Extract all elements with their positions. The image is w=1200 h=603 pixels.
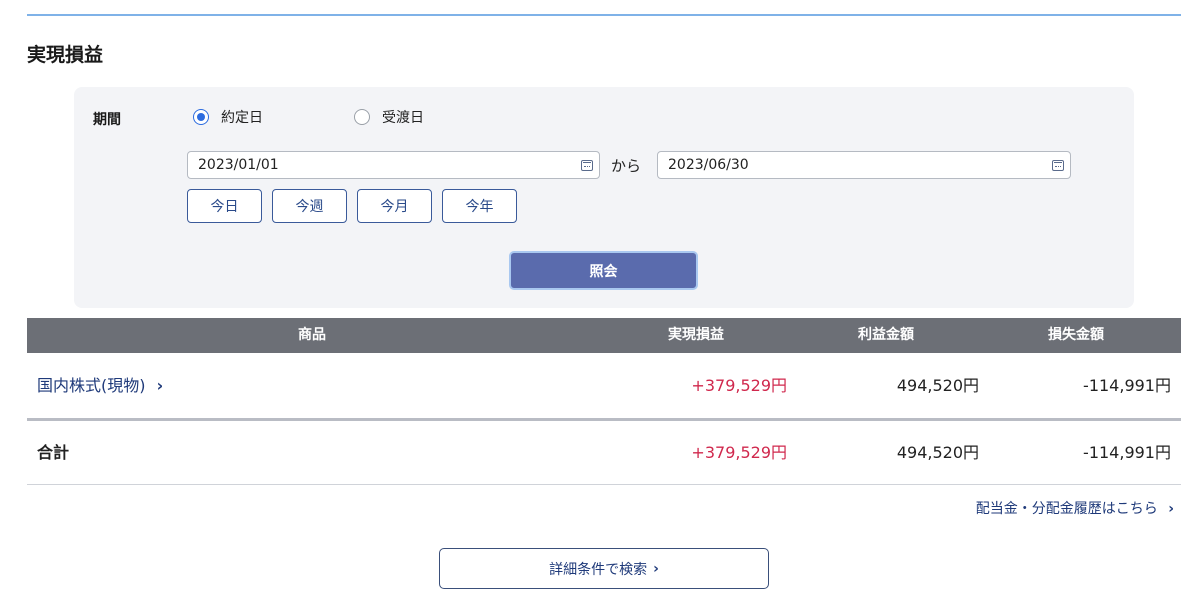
table-row: 国内株式(現物) › +379,529円 494,520円 -114,991円: [27, 354, 1181, 418]
quick-button-today[interactable]: 今日: [187, 189, 262, 223]
quick-button-this-month[interactable]: 今月: [357, 189, 432, 223]
inquiry-button[interactable]: 照会: [509, 251, 698, 290]
filter-panel: 期間 約定日 受渡日 2023/01/01 から 2023/06/30 今日 今…: [74, 87, 1134, 308]
date-to-input[interactable]: 2023/06/30: [657, 151, 1071, 179]
date-range-separator: から: [611, 157, 642, 175]
top-divider: [27, 14, 1181, 16]
quick-button-this-week[interactable]: 今週: [272, 189, 347, 223]
date-to-value: 2023/06/30: [668, 157, 749, 173]
dividend-history-link[interactable]: 配当金・分配金履歴はこちら ›: [976, 498, 1174, 518]
header-profit: 利益金額: [858, 327, 914, 343]
date-from-value: 2023/01/01: [198, 157, 279, 173]
table-bottom-divider: [27, 484, 1181, 485]
profit-value: 494,520円: [896, 376, 979, 395]
product-link-domestic-stock[interactable]: 国内株式(現物) ›: [37, 354, 163, 418]
total-realized-value: +379,529円: [691, 443, 787, 462]
detail-search-label: 詳細条件で検索: [549, 561, 648, 578]
chevron-right-icon: ›: [156, 376, 164, 395]
header-loss: 損失金額: [1048, 327, 1104, 343]
header-product: 商品: [298, 327, 326, 343]
detail-search-button[interactable]: 詳細条件で検索 ›: [439, 548, 769, 589]
quick-button-this-year[interactable]: 今年: [442, 189, 517, 223]
header-realized: 実現損益: [668, 327, 724, 343]
calendar-icon[interactable]: [1052, 159, 1064, 171]
date-from-input[interactable]: 2023/01/01: [187, 151, 600, 179]
total-profit-value: 494,520円: [896, 443, 979, 462]
radio-circle[interactable]: [354, 109, 370, 125]
radio-circle[interactable]: [193, 109, 209, 125]
total-label: 合計: [37, 443, 70, 462]
total-loss-value: -114,991円: [1083, 443, 1171, 462]
dividend-link-label: 配当金・分配金履歴はこちら: [975, 501, 1158, 517]
product-name: 国内株式(現物): [37, 376, 146, 395]
table-header: 商品 実現損益 利益金額 損失金額: [27, 318, 1181, 353]
period-label: 期間: [93, 112, 121, 128]
table-total-row: 合計 +379,529円 494,520円 -114,991円: [27, 421, 1181, 485]
page-title: 実現損益: [27, 44, 104, 66]
realized-value: +379,529円: [691, 376, 787, 395]
chevron-right-icon: ›: [1168, 501, 1174, 517]
realized-pl-page: 実現損益 期間 約定日 受渡日 2023/01/01 から 2023/06/30…: [0, 0, 1200, 603]
chevron-right-icon: ›: [653, 560, 659, 577]
loss-value: -114,991円: [1083, 376, 1171, 395]
radio-trade-date[interactable]: 約定日: [193, 107, 263, 127]
radio-label: 約定日: [221, 110, 263, 126]
calendar-icon[interactable]: [581, 159, 593, 171]
radio-label: 受渡日: [382, 110, 424, 126]
radio-settlement-date[interactable]: 受渡日: [354, 107, 424, 127]
